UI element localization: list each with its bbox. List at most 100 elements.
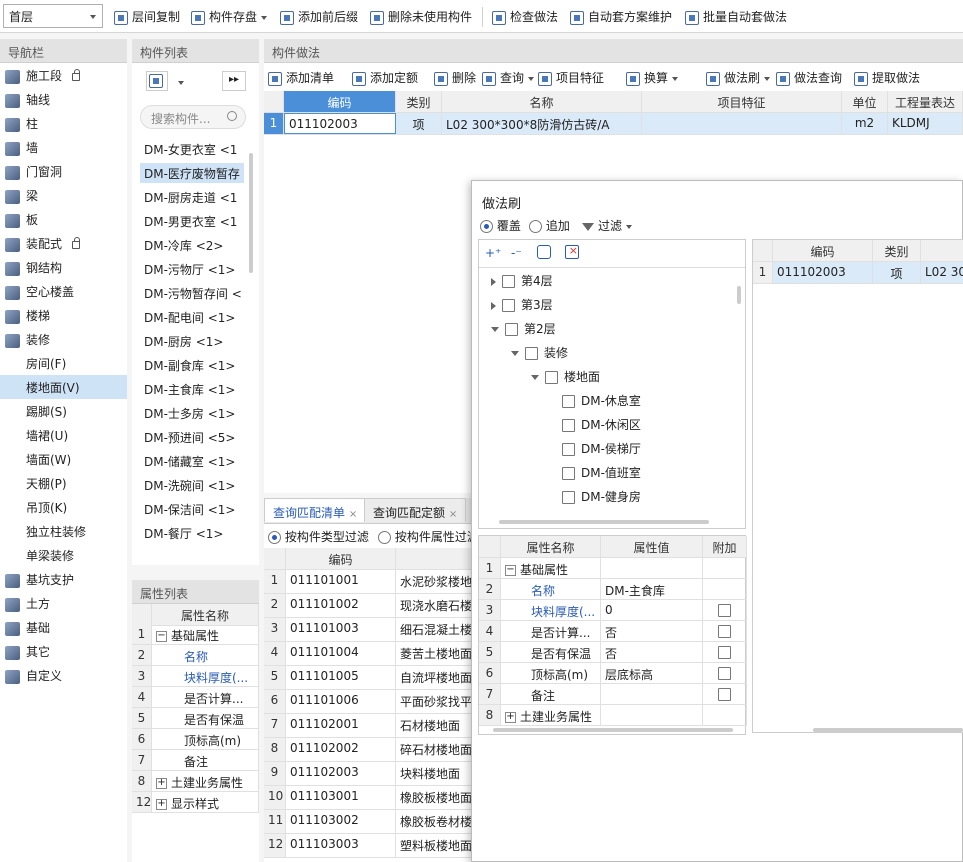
tree-node[interactable]: 第3层 bbox=[491, 296, 553, 316]
property-row[interactable]: 5 是否有保温 bbox=[132, 708, 259, 729]
dialog-method-row[interactable]: 1 011102003 项 L02 300 bbox=[753, 262, 963, 284]
method-toolbar-button[interactable]: 添加清单 bbox=[268, 69, 334, 87]
nav-item[interactable]: 空心楼盖 bbox=[0, 279, 127, 303]
nav-item[interactable]: 施工段 bbox=[0, 63, 127, 87]
property-row[interactable]: 4 是否计算... bbox=[132, 687, 259, 708]
component-list-item[interactable]: DM-冷库 <2> bbox=[140, 235, 244, 255]
append-checkbox[interactable] bbox=[718, 625, 731, 638]
method-toolbar-button[interactable]: 换算 bbox=[626, 69, 679, 87]
dialog-property-row[interactable]: 4 是否计算... 否 bbox=[479, 621, 747, 642]
component-list-item[interactable]: DM-主食库 <1> bbox=[140, 379, 244, 399]
filter-attr-option[interactable]: 按构件属性过滤 bbox=[378, 528, 479, 545]
component-list-item[interactable]: DM-女更衣室 <1 bbox=[140, 139, 244, 159]
nav-item[interactable]: 单梁装修 bbox=[0, 543, 127, 567]
nav-item[interactable]: 自定义 bbox=[0, 663, 127, 687]
nav-item[interactable]: 楼梯 bbox=[0, 303, 127, 327]
tree-checkbox[interactable] bbox=[502, 275, 515, 288]
method-row[interactable]: 1 011102003 项 L02 300*300*8防滑仿古砖/A m2 KL… bbox=[264, 113, 963, 135]
tree-hscrollbar[interactable] bbox=[499, 520, 709, 524]
nav-item[interactable]: 踢脚(S) bbox=[0, 399, 127, 423]
dialog-property-value[interactable] bbox=[601, 684, 703, 704]
dialog-property-row[interactable]: 2 名称 DM-主食库 bbox=[479, 579, 747, 600]
property-row[interactable]: 3 块料厚度(... bbox=[132, 666, 259, 687]
dialog-property-row[interactable]: 7 备注 bbox=[479, 684, 747, 705]
clear-selection-icon[interactable]: × bbox=[565, 245, 579, 259]
nav-item[interactable]: 梁 bbox=[0, 183, 127, 207]
tree-checkbox[interactable] bbox=[562, 419, 575, 432]
close-icon[interactable]: × bbox=[349, 509, 357, 520]
property-row[interactable]: 6 顶标高(m) bbox=[132, 729, 259, 750]
tree-checkbox[interactable] bbox=[502, 299, 515, 312]
nav-item[interactable]: 装修 bbox=[0, 327, 127, 351]
component-list-item[interactable]: DM-副食库 <1> bbox=[140, 355, 244, 375]
component-list-item[interactable]: DM-配电间 <1> bbox=[140, 307, 244, 327]
expand-all-icon[interactable]: +⁺ bbox=[485, 246, 501, 260]
component-list-item[interactable]: DM-储藏室 <1> bbox=[140, 451, 244, 471]
property-hscrollbar[interactable] bbox=[493, 728, 733, 732]
dialog-property-value[interactable]: DM-主食库 bbox=[601, 579, 703, 599]
tree-node[interactable]: DM-休息室 bbox=[551, 392, 641, 412]
new-component-button[interactable] bbox=[146, 71, 168, 91]
append-checkbox[interactable] bbox=[718, 688, 731, 701]
dialog-property-value[interactable] bbox=[601, 705, 703, 725]
nav-item[interactable]: 钢结构 bbox=[0, 255, 127, 279]
batch-auto-method-button[interactable]: 批量自动套做法 bbox=[685, 8, 787, 26]
tree-node[interactable]: DM-侯梯厅 bbox=[551, 440, 641, 460]
tab-query-quota[interactable]: 查询匹配定额 × bbox=[364, 498, 467, 522]
tree-checkbox[interactable] bbox=[525, 347, 538, 360]
nav-item[interactable]: 房间(F) bbox=[0, 351, 127, 375]
dialog-property-row[interactable]: 6 顶标高(m) 层底标高 bbox=[479, 663, 747, 684]
tree-node[interactable]: DM-值班室 bbox=[551, 464, 641, 484]
method-toolbar-button[interactable]: 做法查询 bbox=[776, 69, 842, 87]
dialog-property-value[interactable] bbox=[601, 558, 703, 578]
delete-unused-button[interactable]: 删除未使用构件 bbox=[370, 8, 472, 26]
method-toolbar-button[interactable]: 删除 bbox=[434, 69, 476, 87]
dialog-property-row[interactable]: 1− 基础属性 bbox=[479, 558, 747, 579]
component-list-item[interactable]: DM-污物暂存间 < bbox=[140, 283, 244, 303]
tree-scrollbar[interactable] bbox=[737, 286, 741, 304]
tree-node[interactable]: 装修 bbox=[511, 344, 568, 364]
tree-checkbox[interactable] bbox=[562, 467, 575, 480]
dialog-grid-hscrollbar[interactable] bbox=[813, 728, 963, 732]
component-list-item[interactable]: DM-保洁间 <1> bbox=[140, 499, 244, 519]
tree-node[interactable]: DM-健身房 bbox=[551, 488, 641, 508]
component-list-item[interactable]: DM-洗碗间 <1> bbox=[140, 475, 244, 495]
filter-button[interactable]: 过滤 bbox=[582, 217, 633, 234]
copy-tree-icon[interactable] bbox=[537, 245, 551, 259]
collapse-arrow-icon[interactable] bbox=[511, 351, 519, 356]
tree-node[interactable]: 楼地面 bbox=[531, 368, 600, 388]
nav-item[interactable]: 吊顶(K) bbox=[0, 495, 127, 519]
nav-item[interactable]: 门窗洞 bbox=[0, 159, 127, 183]
tree-checkbox[interactable] bbox=[545, 371, 558, 384]
collapse-icon[interactable]: − bbox=[505, 565, 516, 576]
nav-item[interactable]: 楼地面(V) bbox=[0, 375, 127, 399]
nav-item[interactable]: 轴线 bbox=[0, 87, 127, 111]
component-list-item[interactable]: DM-厨房 <1> bbox=[140, 331, 244, 351]
cover-option[interactable]: 覆盖 bbox=[480, 217, 521, 234]
tree-checkbox[interactable] bbox=[505, 323, 518, 336]
check-method-button[interactable]: 检查做法 bbox=[492, 8, 558, 26]
nav-item[interactable]: 柱 bbox=[0, 111, 127, 135]
property-row[interactable]: 12 + 显示样式 bbox=[132, 792, 259, 813]
copy-between-floors-button[interactable]: 层间复制 bbox=[114, 8, 180, 26]
dialog-property-value[interactable]: 否 bbox=[601, 642, 703, 662]
property-row[interactable]: 7 备注 bbox=[132, 750, 259, 771]
tree-checkbox[interactable] bbox=[562, 443, 575, 456]
method-toolbar-button[interactable]: 查询 bbox=[482, 69, 535, 87]
collapse-arrow-icon[interactable] bbox=[531, 375, 539, 380]
method-toolbar-button[interactable]: 提取做法 bbox=[854, 69, 920, 87]
property-row[interactable]: 2 名称 bbox=[132, 645, 259, 666]
append-option[interactable]: 追加 bbox=[529, 217, 570, 234]
method-toolbar-button[interactable]: 添加定额 bbox=[352, 69, 418, 87]
tab-query-list[interactable]: 查询匹配清单 × bbox=[264, 498, 367, 522]
nav-item[interactable]: 土方 bbox=[0, 591, 127, 615]
expand-icon[interactable]: + bbox=[156, 778, 167, 789]
component-list-scrollbar[interactable] bbox=[249, 153, 253, 273]
dialog-property-row[interactable]: 5 是否有保温否 bbox=[479, 642, 747, 663]
close-icon[interactable]: × bbox=[449, 509, 457, 520]
nav-item[interactable]: 基础 bbox=[0, 615, 127, 639]
radio-selected-icon[interactable] bbox=[480, 220, 493, 233]
property-row[interactable]: 8 + 土建业务属性 bbox=[132, 771, 259, 792]
expand-arrow-icon[interactable] bbox=[491, 301, 496, 310]
nav-item[interactable]: 其它 bbox=[0, 639, 127, 663]
